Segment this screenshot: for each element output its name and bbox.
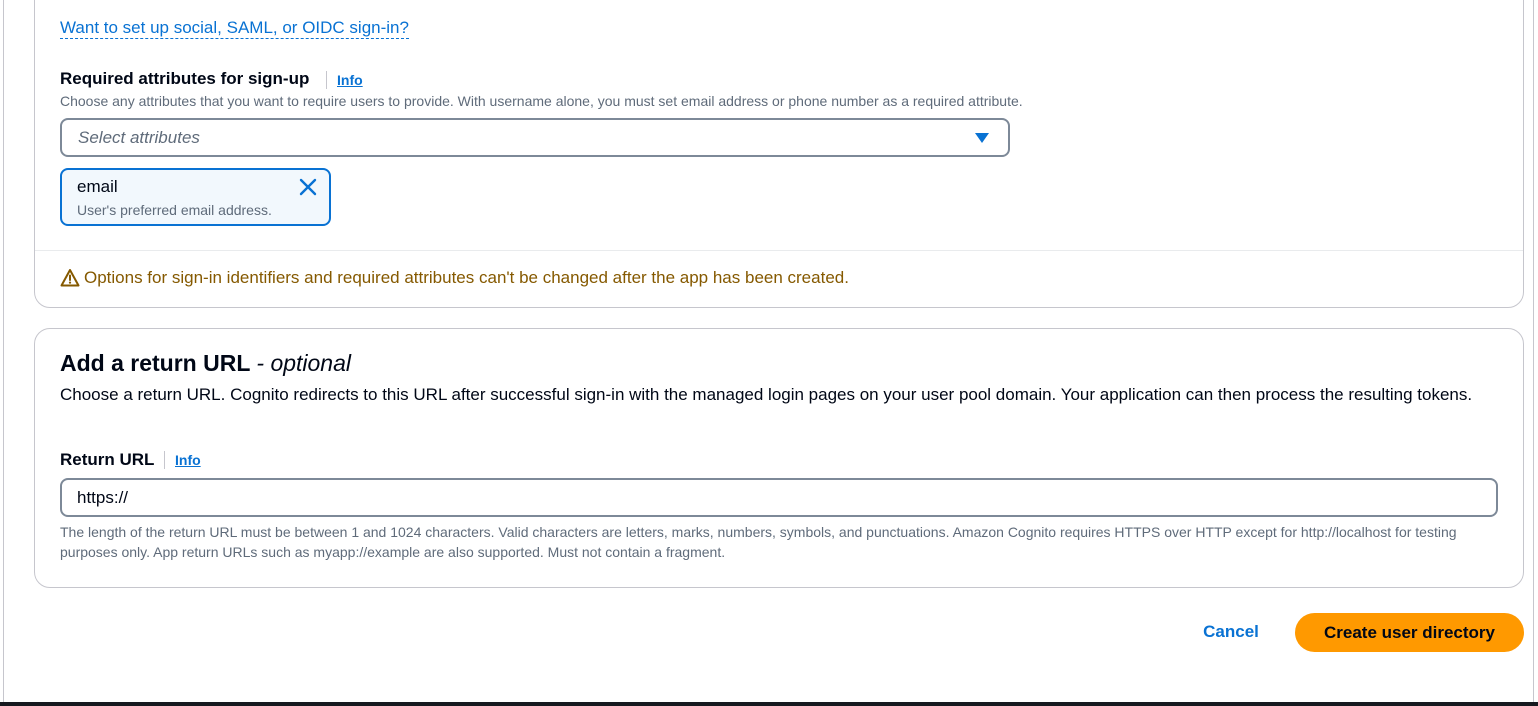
close-icon[interactable] [299, 178, 317, 196]
return-url-heading: Add a return URL - optional [60, 350, 351, 377]
required-attributes-info-link[interactable]: Info [337, 72, 363, 88]
bottom-edge-bar [0, 702, 1538, 706]
return-url-input[interactable] [60, 478, 1498, 517]
return-url-constraint: The length of the return URL must be bet… [60, 524, 1457, 560]
token-name: email [77, 177, 118, 196]
return-url-label: Return URL [60, 450, 155, 469]
required-attributes-label: Required attributes for sign-up [60, 69, 310, 88]
create-user-directory-button[interactable]: Create user directory [1295, 613, 1524, 652]
optional-text: optional [270, 350, 352, 376]
caret-down-icon [975, 133, 989, 143]
return-url-title: Add a return URL [60, 350, 250, 376]
select-attributes-dropdown[interactable]: Select attributes [60, 118, 1010, 157]
info-separator [164, 451, 165, 469]
return-url-optional: - optional [256, 350, 352, 376]
page-left-border [3, 0, 4, 702]
container-footer-divider [35, 250, 1523, 251]
warning-icon [60, 269, 80, 287]
return-url-info-link[interactable]: Info [175, 452, 201, 468]
select-attributes-placeholder: Select attributes [78, 127, 200, 147]
required-attributes-description: Choose any attributes that you want to r… [60, 93, 1023, 109]
immutable-options-warning: Options for sign-in identifiers and requ… [60, 268, 849, 288]
cancel-button[interactable]: Cancel [1190, 614, 1272, 650]
social-saml-oidc-link[interactable]: Want to set up social, SAML, or OIDC sig… [60, 18, 409, 39]
page-right-scroll-edge [1533, 0, 1534, 702]
return-url-description: Choose a return URL. Cognito redirects t… [60, 385, 1473, 404]
required-attributes-info: Info [326, 70, 363, 90]
selected-attribute-token: email User's preferred email address. [60, 168, 331, 226]
return-url-info: Info [164, 450, 201, 470]
token-description: User's preferred email address. [77, 202, 272, 218]
warning-text: Options for sign-in identifiers and requ… [84, 268, 849, 287]
info-separator [326, 71, 327, 89]
